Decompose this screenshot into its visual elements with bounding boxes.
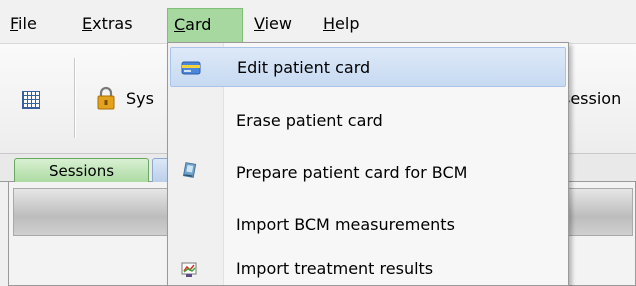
menu-item-label: Import BCM measurements	[236, 215, 455, 234]
menu-card[interactable]: Card	[167, 8, 243, 42]
menu-help[interactable]: Help	[317, 8, 365, 42]
treatment-results-icon	[181, 262, 197, 277]
tab-sessions-label: Sessions	[48, 162, 115, 180]
menu-item-label: Erase patient card	[236, 111, 383, 130]
session-button[interactable]: session	[562, 86, 636, 112]
card-icon	[181, 61, 201, 75]
card-device-icon	[182, 162, 197, 178]
tab-sessions[interactable]: Sessions	[14, 158, 149, 184]
menu-extras[interactable]: Extras	[76, 8, 139, 42]
menu-item-prepare-card-bcm[interactable]: Prepare patient card for BCM	[170, 153, 566, 193]
menu-view[interactable]: View	[248, 8, 298, 42]
toolbar-separator	[74, 58, 75, 138]
system-button-label: Sys	[126, 89, 154, 108]
menu-item-import-treatment-results[interactable]: Import treatment results	[170, 249, 566, 286]
session-button-label: session	[562, 89, 622, 108]
menu-item-edit-patient-card[interactable]: Edit patient card	[170, 47, 566, 87]
menu-item-label: Prepare patient card for BCM	[236, 163, 468, 182]
menu-item-label: Edit patient card	[237, 58, 371, 77]
grid-icon[interactable]	[22, 91, 40, 109]
menu-item-erase-patient-card[interactable]: Erase patient card	[170, 101, 566, 141]
menu-file[interactable]: File	[4, 8, 43, 42]
lock-icon	[97, 86, 115, 110]
menu-item-label: Import treatment results	[236, 259, 434, 278]
menu-item-import-bcm-measurements[interactable]: Import BCM measurements	[170, 205, 566, 245]
menu-bar: File Extras Card View Help	[0, 0, 636, 44]
card-menu-dropdown: Edit patient card Erase patient card Pre…	[167, 42, 569, 286]
